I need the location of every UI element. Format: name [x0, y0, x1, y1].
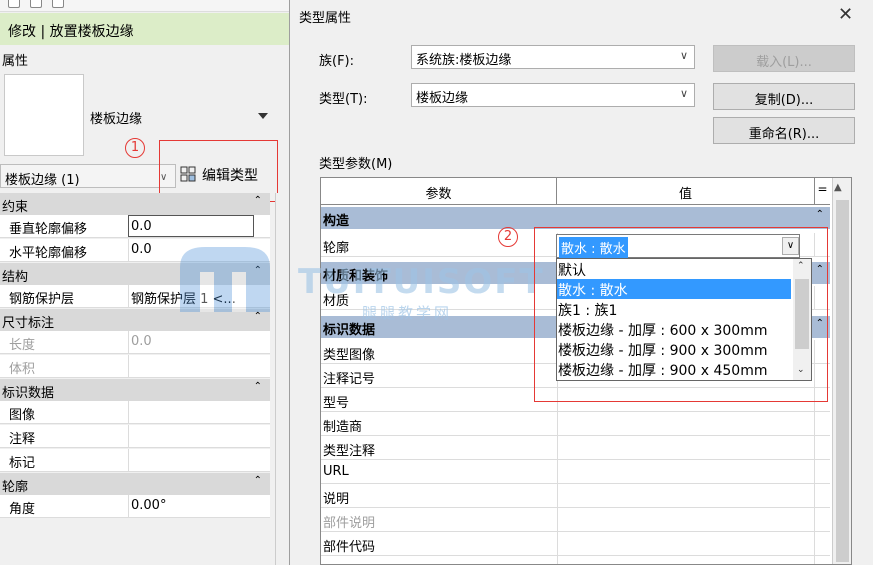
family-select-value: 系统族:楼板边缘	[416, 53, 512, 68]
type-params-label: 类型参数(M)	[319, 157, 393, 172]
category-label: 标识数据	[2, 386, 55, 401]
category-label: 结构	[2, 270, 29, 285]
table-row[interactable]: 说明	[321, 484, 830, 508]
table-row[interactable]: 部件代码	[321, 532, 830, 556]
quick-access-toolbar	[0, 0, 290, 12]
param-value[interactable]	[557, 460, 815, 484]
category-label: 轮廓	[2, 480, 29, 495]
annotation-marker-2: 2	[498, 227, 518, 247]
watermark-logo	[180, 247, 270, 312]
open-icon[interactable]	[30, 0, 42, 8]
property-name: 图像	[9, 408, 36, 423]
property-row[interactable]: 长度 0.0	[0, 331, 270, 354]
param-value[interactable]	[557, 508, 815, 532]
family-label: 族(F):	[319, 54, 355, 69]
param-name: 说明	[323, 492, 350, 507]
param-name: URL	[323, 464, 349, 479]
param-name: 注释记号	[323, 372, 376, 387]
column-header-value[interactable]: 值	[557, 178, 815, 205]
property-row[interactable]: 注释	[0, 425, 270, 448]
param-name: 轮廓	[323, 241, 350, 256]
property-category[interactable]: 轮廓 ⌃	[0, 473, 270, 495]
watermark-brand: TUITUISOFT	[298, 262, 545, 302]
annotation-box-2	[534, 227, 828, 402]
family-select[interactable]: 系统族:楼板边缘 ∨	[411, 45, 695, 69]
category-construction[interactable]: 构造 ⌃	[321, 207, 830, 229]
property-name: 注释	[9, 432, 36, 447]
category-label: 标识数据	[323, 323, 376, 338]
rename-button[interactable]: 重命名(R)...	[713, 117, 855, 144]
property-value[interactable]	[128, 425, 270, 448]
undo-icon[interactable]	[52, 0, 64, 8]
property-row[interactable]: 图像	[0, 401, 270, 424]
watermark-subtitle: 腿腿教学网	[362, 304, 453, 322]
dialog-title: 类型属性	[299, 11, 352, 26]
property-value[interactable]: 0.00°	[128, 495, 270, 518]
type-selector-name[interactable]: 楼板边缘	[90, 108, 142, 127]
table-row[interactable]: 类型注释	[321, 436, 830, 460]
instance-filter-select[interactable]: 楼板边缘 (1)	[0, 164, 176, 188]
param-name: 部件说明	[323, 516, 376, 531]
collapse-icon[interactable]: ⌃	[254, 195, 262, 206]
type-preview-image	[4, 74, 84, 156]
property-row[interactable]: 标记	[0, 449, 270, 472]
property-row[interactable]: 垂直轮廓偏移 0.0	[0, 215, 270, 238]
param-value[interactable]	[557, 484, 815, 508]
property-name: 长度	[9, 338, 36, 353]
table-row[interactable]: URL	[321, 460, 830, 484]
collapse-icon[interactable]: ⌃	[254, 475, 262, 486]
property-name: 角度	[9, 502, 36, 517]
property-name: 水平轮廓偏移	[9, 246, 88, 261]
param-name: 型号	[323, 396, 350, 411]
param-name: 类型图像	[323, 348, 376, 363]
property-row[interactable]: 角度 0.00°	[0, 495, 270, 518]
property-name: 钢筋保护层	[9, 292, 75, 307]
param-value[interactable]	[557, 412, 815, 436]
property-value[interactable]	[128, 449, 270, 472]
property-value[interactable]: 0.0	[128, 215, 254, 237]
properties-title: 属性	[2, 54, 29, 69]
param-name: 部件代码	[323, 540, 376, 555]
property-value[interactable]	[128, 355, 270, 378]
chevron-down-icon: ∨	[679, 49, 688, 62]
save-icon[interactable]	[8, 0, 20, 8]
param-name: 类型注释	[323, 444, 376, 459]
collapse-icon[interactable]: ⌃	[254, 381, 262, 392]
property-name: 体积	[9, 362, 36, 377]
category-label: 约束	[2, 200, 29, 215]
param-name: 制造商	[323, 420, 363, 435]
property-name: 垂直轮廓偏移	[9, 222, 88, 237]
column-header-formula[interactable]: =	[815, 178, 830, 205]
annotation-marker-1: 1	[125, 138, 145, 158]
property-row[interactable]: 体积	[0, 355, 270, 378]
chevron-down-icon: ∨	[679, 87, 688, 100]
category-label: 尺寸标注	[2, 316, 55, 331]
property-category[interactable]: 约束 ⌃	[0, 193, 270, 215]
param-value[interactable]	[557, 532, 815, 556]
type-label: 类型(T):	[319, 92, 368, 107]
load-button[interactable]: 载入(L)...	[713, 45, 855, 72]
type-select-value: 楼板边缘	[416, 91, 469, 106]
property-value[interactable]	[128, 401, 270, 424]
table-row[interactable]: 部件说明	[321, 508, 830, 532]
type-select[interactable]: 楼板边缘 ∨	[411, 83, 695, 107]
property-value[interactable]: 0.0	[128, 331, 270, 354]
param-value[interactable]	[557, 436, 815, 460]
close-icon[interactable]: ✕	[838, 4, 853, 25]
param-name: 类型标记	[323, 560, 375, 564]
type-selector-dropdown-icon[interactable]	[258, 113, 268, 119]
category-label: 构造	[323, 214, 350, 229]
scroll-up-icon[interactable]: ▲	[834, 182, 842, 193]
table-row[interactable]: 类型标记	[321, 556, 830, 564]
collapse-icon[interactable]: ⌃	[816, 209, 824, 220]
property-category[interactable]: 标识数据 ⌃	[0, 379, 270, 401]
table-scrollbar-thumb[interactable]	[836, 200, 849, 562]
param-value[interactable]	[557, 556, 815, 564]
context-tab-label: 修改 | 放置楼板边缘	[0, 13, 290, 45]
column-header-parameter[interactable]: 参数	[321, 178, 557, 205]
property-name: 标记	[9, 456, 36, 471]
table-row[interactable]: 制造商	[321, 412, 830, 436]
duplicate-button[interactable]: 复制(D)...	[713, 83, 855, 110]
